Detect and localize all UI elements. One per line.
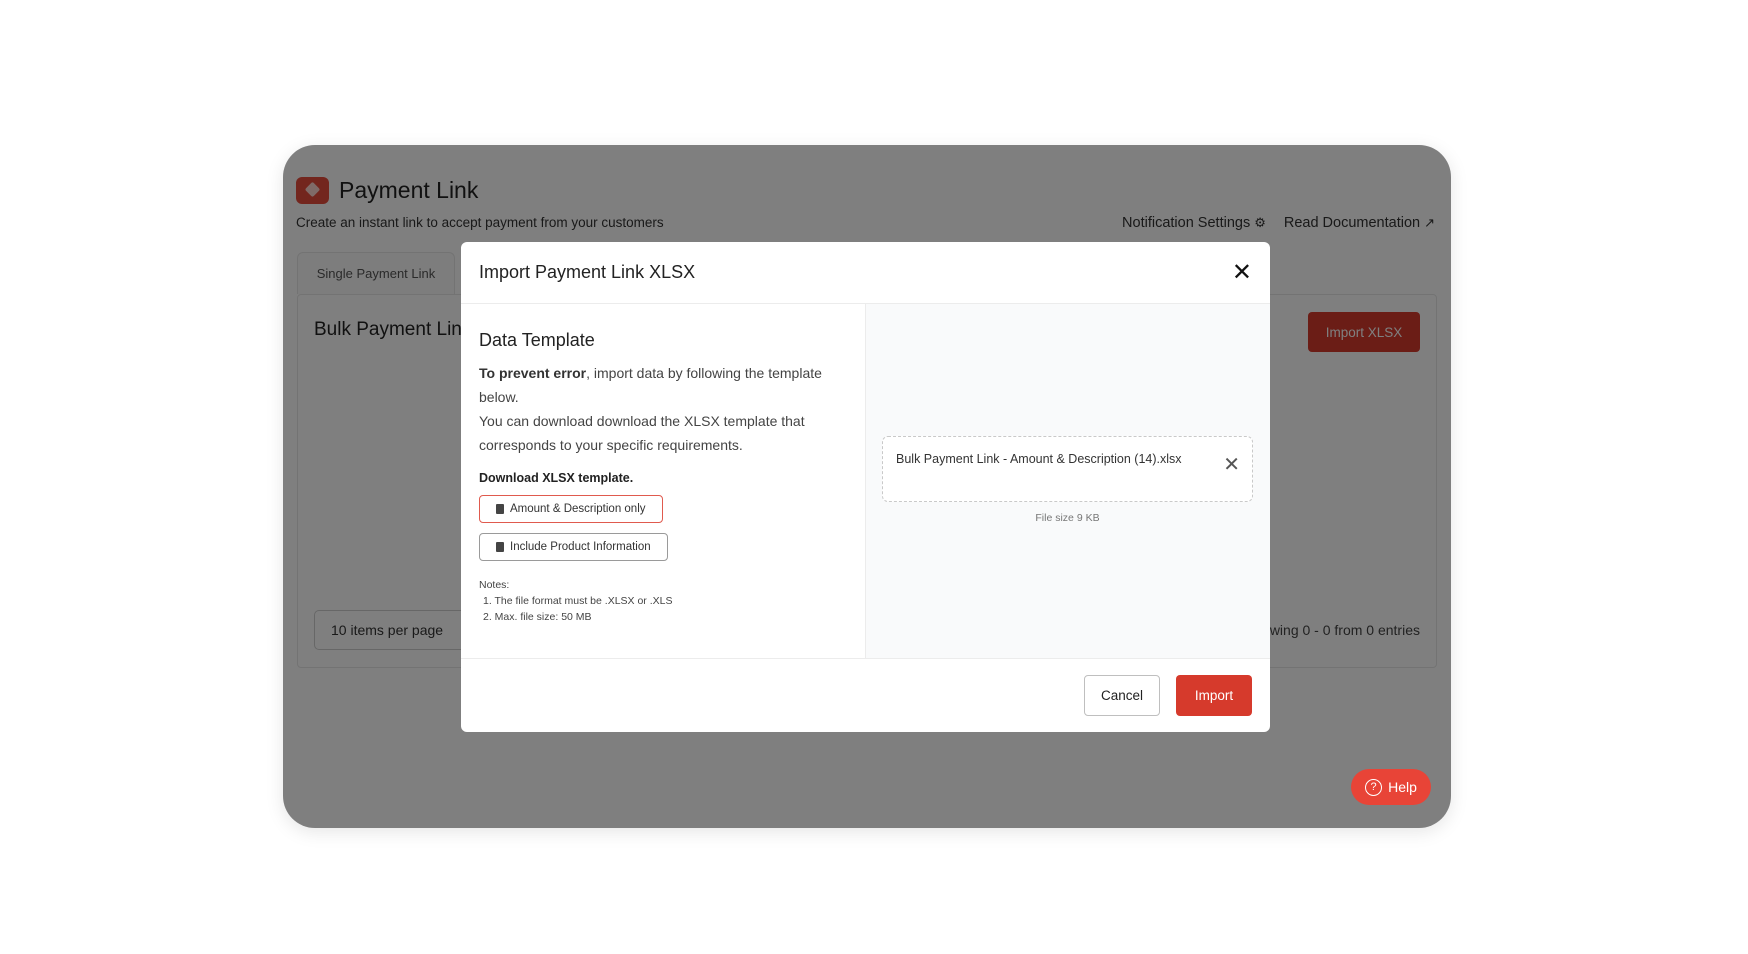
download-label: Download XLSX template. [479,471,634,485]
import-modal: Import Payment Link XLSX ✕ Data Template… [461,242,1270,732]
uploaded-file: Bulk Payment Link - Amount & Description… [882,436,1253,502]
question-icon: ? [1365,778,1383,796]
app-window: Payment Link Create an instant link to a… [283,145,1451,828]
modal-title: Import Payment Link XLSX [479,262,696,282]
note-item: 2. Max. file size: 50 MB [483,611,592,623]
note-item: 1. The file format must be .XLSX or .XLS [483,595,673,607]
data-template-heading: Data Template [479,330,595,350]
data-template-panel: Data Template To prevent error, import d… [461,304,866,658]
document-icon [496,542,504,552]
remove-file-icon[interactable]: ✕ [1223,455,1240,475]
upload-panel: Bulk Payment Link - Amount & Description… [866,304,1270,658]
template-product-info-button[interactable]: Include Product Information [479,533,668,561]
template-amount-description-button[interactable]: Amount & Description only [479,495,663,523]
notes-label: Notes: [479,579,510,591]
file-size: File size 9 KB [1035,512,1100,524]
prevent-error-text: To prevent error, import data by followi… [479,365,822,405]
modal-footer: Cancel Import [461,658,1270,732]
download-instructions: You can download download the XLSX templ… [479,413,805,453]
close-icon[interactable]: ✕ [1232,260,1252,285]
file-name: Bulk Payment Link - Amount & Description… [896,452,1182,466]
notes: Notes: 1. The file format must be .XLSX … [479,577,847,625]
cancel-button[interactable]: Cancel [1084,675,1160,716]
document-icon [496,504,504,514]
modal-body: Data Template To prevent error, import d… [461,304,1270,658]
modal-header: Import Payment Link XLSX ✕ [461,242,1270,304]
import-button[interactable]: Import [1176,675,1252,716]
help-button[interactable]: ? Help [1351,769,1431,805]
